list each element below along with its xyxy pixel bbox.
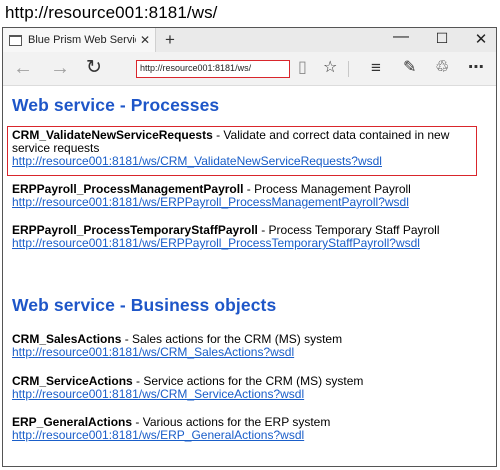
business-object-wsdl-link[interactable]: http://resource001:8181/ws/ERP_GeneralAc… — [12, 429, 482, 442]
process-name: ERPPayroll_ProcessTemporaryStaffPayroll — [12, 223, 258, 237]
browser-window: Blue Prism Web Services ✕ + — ☐ ✕ ← → ↻ … — [2, 27, 497, 467]
process-name: ERPPayroll_ProcessManagementPayroll — [12, 182, 244, 196]
business-object-entry: CRM_ServiceActions - Service actions for… — [12, 375, 482, 401]
processes-heading: Web service - Processes — [12, 95, 220, 115]
address-bar[interactable]: http://resource001:8181/ws/ — [136, 60, 290, 78]
maximize-icon[interactable]: ☐ — [427, 30, 457, 47]
tab-title: Blue Prism Web Services — [28, 34, 136, 46]
process-entry: ERPPayroll_ProcessTemporaryStaffPayroll … — [12, 224, 482, 250]
process-name: CRM_ValidateNewServiceRequests — [12, 128, 213, 142]
business-object-name: CRM_SalesActions — [12, 332, 122, 346]
business-object-wsdl-link[interactable]: http://resource001:8181/ws/CRM_ServiceAc… — [12, 388, 482, 401]
process-description: - Process Temporary Staff Payroll — [257, 223, 440, 237]
business-objects-heading: Web service - Business objects — [12, 295, 277, 315]
business-object-entry: ERP_GeneralActions - Various actions for… — [12, 416, 482, 442]
process-wsdl-link[interactable]: http://resource001:8181/ws/ERPPayroll_Pr… — [12, 196, 482, 209]
minimize-icon[interactable]: — — [386, 28, 416, 46]
favorite-star-icon[interactable]: ☆ — [323, 59, 337, 77]
process-entry: CRM_ValidateNewServiceRequests - Validat… — [12, 129, 482, 168]
page-content: Web service - Processes CRM_ValidateNewS… — [3, 87, 496, 466]
screenshot-caption: http://resource001:8181/ws/ — [5, 3, 218, 22]
navigation-bar: ← → ↻ http://resource001:8181/ws/ ▯ ☆ ≡ … — [3, 52, 496, 86]
title-bar: Blue Prism Web Services ✕ + — ☐ ✕ — [3, 28, 496, 52]
toolbar-divider — [348, 61, 349, 77]
business-object-name: ERP_GeneralActions — [12, 415, 133, 429]
process-wsdl-link[interactable]: http://resource001:8181/ws/ERPPayroll_Pr… — [12, 237, 482, 250]
process-wsdl-link[interactable]: http://resource001:8181/ws/CRM_ValidateN… — [12, 155, 482, 168]
new-tab-icon[interactable]: + — [165, 30, 175, 50]
window-close-icon[interactable]: ✕ — [466, 30, 496, 48]
business-object-entry: CRM_SalesActions - Sales actions for the… — [12, 333, 482, 359]
business-object-description: - Service actions for the CRM (MS) syste… — [132, 374, 364, 388]
web-note-icon[interactable]: ✎ — [403, 59, 416, 77]
share-icon[interactable]: ♲ — [435, 59, 449, 77]
business-object-description: - Sales actions for the CRM (MS) system — [121, 332, 343, 346]
process-entry: ERPPayroll_ProcessManagementPayroll - Pr… — [12, 183, 482, 209]
forward-arrow-icon[interactable]: → — [50, 58, 70, 78]
page-icon — [9, 34, 22, 46]
reading-view-icon[interactable]: ▯ — [298, 59, 307, 77]
browser-tab[interactable]: Blue Prism Web Services ✕ — [3, 28, 156, 52]
tab-close-icon[interactable]: ✕ — [140, 33, 150, 47]
process-description: - Process Management Payroll — [243, 182, 411, 196]
refresh-icon[interactable]: ↻ — [86, 58, 102, 78]
more-icon[interactable]: ⋯ — [468, 59, 484, 77]
business-object-description: - Various actions for the ERP system — [132, 415, 331, 429]
business-object-name: CRM_ServiceActions — [12, 374, 133, 388]
business-object-wsdl-link[interactable]: http://resource001:8181/ws/CRM_SalesActi… — [12, 346, 482, 359]
back-arrow-icon[interactable]: ← — [13, 58, 33, 78]
hub-icon[interactable]: ≡ — [371, 59, 381, 77]
